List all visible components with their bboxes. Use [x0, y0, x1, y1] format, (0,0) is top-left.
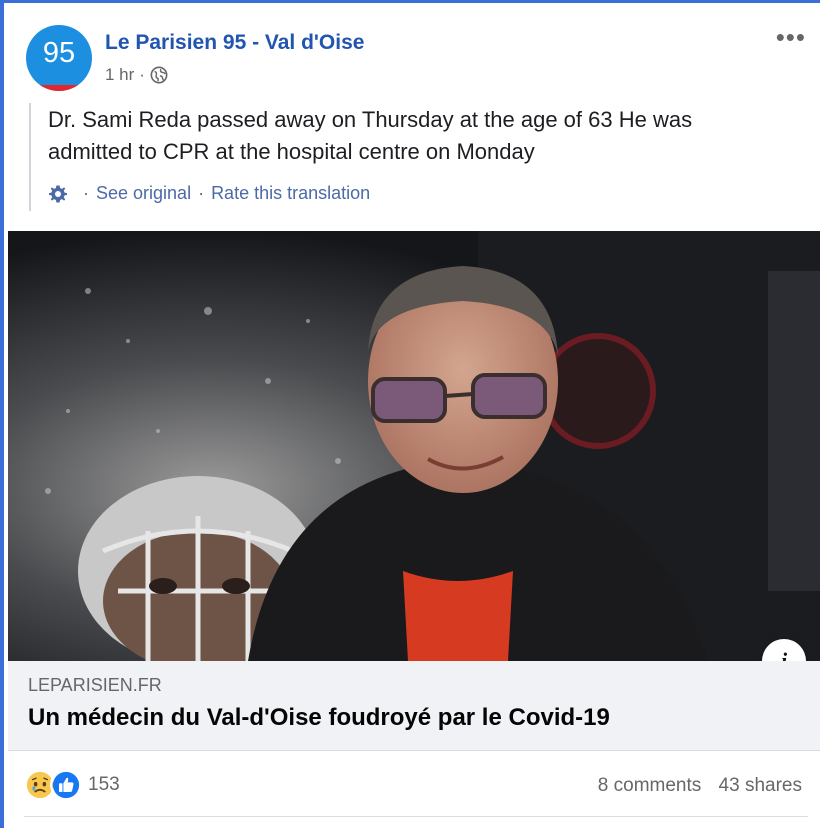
link-title[interactable]: Un médecin du Val-d'Oise foudroyé par le…: [28, 704, 610, 732]
rate-translation-link[interactable]: Rate this translation: [211, 183, 370, 204]
comments-count-link[interactable]: 8 comments: [598, 775, 701, 796]
link-domain: LEPARISIEN.FR: [28, 675, 162, 695]
divider: [24, 816, 808, 817]
more-dots-icon[interactable]: •••: [776, 24, 806, 50]
post-meta: 1 hr ·: [105, 65, 168, 85]
like-reaction-icon: [50, 769, 82, 801]
globe-icon[interactable]: [150, 66, 168, 84]
page-name-link[interactable]: Le Parisien 95 - Val d'Oise: [105, 31, 364, 55]
gear-icon[interactable]: [48, 184, 68, 204]
translation-separator: ·: [198, 183, 205, 203]
avatar-label: 95: [42, 37, 76, 69]
meta-separator: ·: [139, 65, 145, 84]
see-original-link[interactable]: See original: [96, 183, 191, 204]
page-avatar[interactable]: 95: [26, 25, 92, 91]
engagement-stats: 8 comments 43 shares: [598, 775, 802, 797]
post-card: 95 Le Parisien 95 - Val d'Oise 1 hr · ••…: [0, 0, 820, 828]
post-timestamp[interactable]: 1 hr: [105, 65, 134, 85]
translation-quote-bar: [29, 103, 31, 211]
link-preview-meta[interactable]: LEPARISIEN.FR Un médecin du Val-d'Oise f…: [8, 661, 820, 751]
translation-separator: ·: [83, 183, 89, 203]
translation-bar: · See original · Rate this translation: [48, 183, 370, 204]
shares-count-link[interactable]: 43 shares: [719, 775, 802, 796]
avatar-accent: [34, 85, 84, 91]
reaction-count: 153: [88, 774, 120, 795]
reactions-summary[interactable]: 153: [24, 769, 120, 801]
article-photo: [8, 231, 820, 661]
post-text: Dr. Sami Reda passed away on Thursday at…: [48, 107, 693, 164]
link-preview-image[interactable]: [8, 231, 820, 661]
